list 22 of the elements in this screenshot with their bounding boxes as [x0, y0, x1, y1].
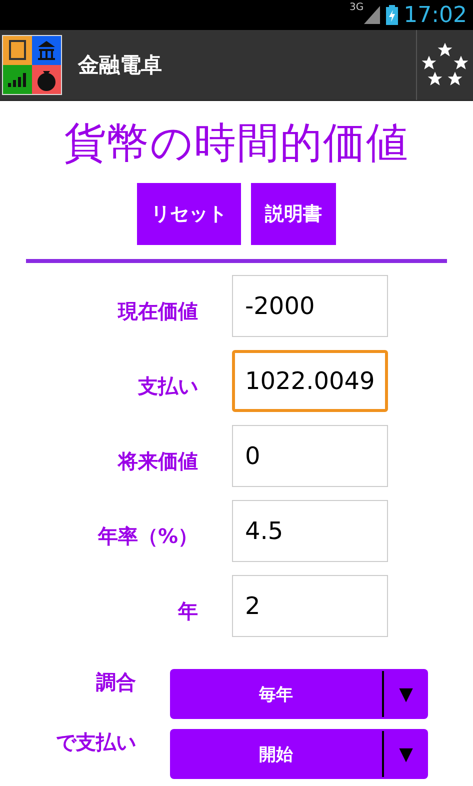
action-button[interactable]: 説明書: [251, 183, 336, 245]
clock: 17:02: [404, 2, 467, 28]
input-field[interactable]: 2: [232, 575, 388, 637]
field-label: 支払い: [136, 372, 198, 400]
dropdown[interactable]: 毎年 ▼: [170, 669, 428, 719]
field-label: 年率（%）: [96, 522, 198, 550]
dropdown-label: で支払い: [55, 729, 136, 756]
action-button[interactable]: リセット: [137, 183, 241, 245]
page-heading: 貨幣の時間的価値: [63, 117, 410, 169]
input-field[interactable]: 4.5: [232, 500, 388, 562]
field-label: 現在価値: [116, 298, 198, 324]
app-title: 金融電卓: [78, 52, 163, 79]
network-type: 3G: [349, 2, 364, 13]
dropdown[interactable]: 開始 ▼: [170, 729, 428, 779]
input-field[interactable]: 1022.0049: [232, 350, 388, 412]
input-field[interactable]: -2000: [232, 275, 388, 337]
input-field[interactable]: 0: [232, 425, 388, 487]
field-label: 将来価値: [116, 448, 198, 474]
signal-icon: [364, 6, 380, 24]
battery-icon: [386, 5, 398, 25]
dropdown-label: 調合: [95, 669, 136, 696]
field-label: 年: [176, 598, 198, 624]
